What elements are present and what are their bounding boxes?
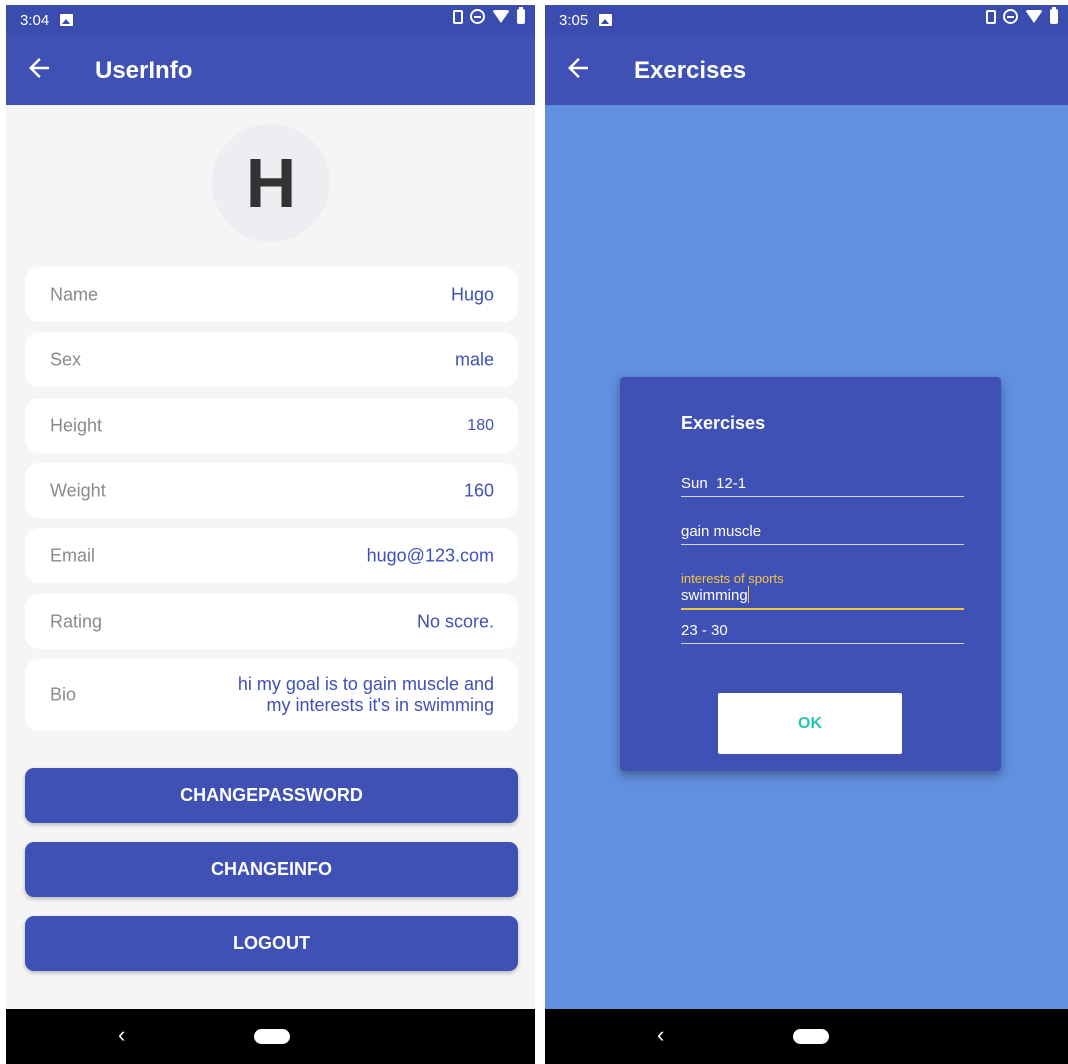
field-label: Bio — [50, 684, 77, 705]
status-time: 3:04 — [20, 12, 50, 29]
info-row-email: Email hugo@123.com — [25, 528, 518, 583]
field-label: Rating — [50, 611, 103, 631]
change-info-button[interactable]: CHANGEINFO — [25, 842, 518, 897]
status-icons — [453, 7, 525, 24]
logout-button[interactable]: LOGOUT — [25, 916, 518, 971]
field-value: hi my goal is to gain muscle and my inte… — [237, 674, 494, 715]
info-row-sex: Sex male — [25, 332, 518, 387]
field-value: 180 — [467, 416, 494, 434]
field-value: male — [454, 349, 494, 369]
nav-back-icon[interactable]: ‹ — [118, 1022, 125, 1048]
field-value: Hugo — [450, 284, 494, 304]
field-value: hugo@123.com — [366, 545, 494, 565]
status-time: 3:05 — [559, 12, 589, 29]
vibrate-icon — [453, 9, 463, 24]
interests-hint: interests of sports — [681, 571, 784, 586]
page-title: Exercises — [634, 57, 747, 84]
status-icons — [986, 7, 1058, 24]
userinfo-screen: 3:04 UserInfo H Name Hugo Sex male Heigh… — [6, 5, 535, 1064]
field-label: Name — [50, 284, 99, 304]
back-arrow-icon[interactable] — [563, 53, 593, 83]
field-label: Sex — [50, 349, 82, 369]
vibrate-icon — [986, 9, 996, 24]
info-row-bio: Bio hi my goal is to gain muscle and my … — [25, 659, 518, 731]
field-label: Height — [50, 415, 103, 435]
nav-back-icon[interactable]: ‹ — [657, 1022, 664, 1048]
interests-field[interactable]: interests of sports swimming — [681, 572, 964, 610]
gallery-icon — [599, 14, 612, 26]
nav-home-icon[interactable] — [254, 1029, 290, 1044]
text-cursor — [747, 586, 749, 603]
back-arrow-icon[interactable] — [24, 53, 54, 83]
field-label: Weight — [50, 480, 106, 500]
status-bar: 3:04 — [6, 5, 535, 35]
app-bar: Exercises — [545, 35, 1068, 105]
change-password-button[interactable]: CHANGEPASSWORD — [25, 768, 518, 823]
schedule-value: Sun 12-1 — [681, 475, 747, 492]
battery-icon — [517, 7, 525, 24]
exercises-screen: 3:05 Exercises Exercises Sun 12-1 gain m… — [545, 5, 1068, 1064]
ok-button[interactable]: OK — [718, 693, 902, 754]
field-underline — [681, 643, 964, 644]
dialog-title: Exercises — [681, 413, 766, 433]
wifi-icon — [492, 10, 510, 23]
field-underline — [681, 496, 964, 497]
field-underline — [681, 544, 964, 545]
age-range-field[interactable]: 23 - 30 — [681, 622, 964, 644]
navigation-bar: ‹ — [545, 1009, 1068, 1064]
status-bar: 3:05 — [545, 5, 1068, 35]
info-row-name: Name Hugo — [25, 267, 518, 322]
do-not-disturb-icon — [470, 9, 485, 24]
field-value: No score. — [416, 611, 494, 631]
interests-value: swimming — [681, 587, 748, 604]
field-value: 160 — [463, 480, 494, 500]
info-row-rating: Rating No score. — [25, 594, 518, 649]
nav-home-icon[interactable] — [793, 1029, 829, 1044]
goal-field[interactable]: gain muscle — [681, 523, 964, 545]
page-title: UserInfo — [95, 57, 193, 84]
do-not-disturb-icon — [1003, 9, 1018, 24]
field-label: Email — [50, 545, 96, 565]
gallery-icon — [60, 14, 73, 26]
age-range-value: 23 - 30 — [681, 622, 728, 639]
app-bar: UserInfo — [6, 35, 535, 105]
field-underline — [681, 608, 964, 610]
avatar: H — [212, 124, 330, 242]
goal-value: gain muscle — [681, 523, 762, 540]
battery-icon — [1050, 7, 1058, 24]
info-row-height: Height 180 — [25, 398, 518, 453]
info-row-weight: Weight 160 — [25, 463, 518, 518]
schedule-field[interactable]: Sun 12-1 — [681, 475, 964, 497]
wifi-icon — [1025, 10, 1043, 23]
navigation-bar: ‹ — [6, 1009, 535, 1064]
exercises-dialog: Exercises Sun 12-1 gain muscle interests… — [620, 377, 1001, 771]
